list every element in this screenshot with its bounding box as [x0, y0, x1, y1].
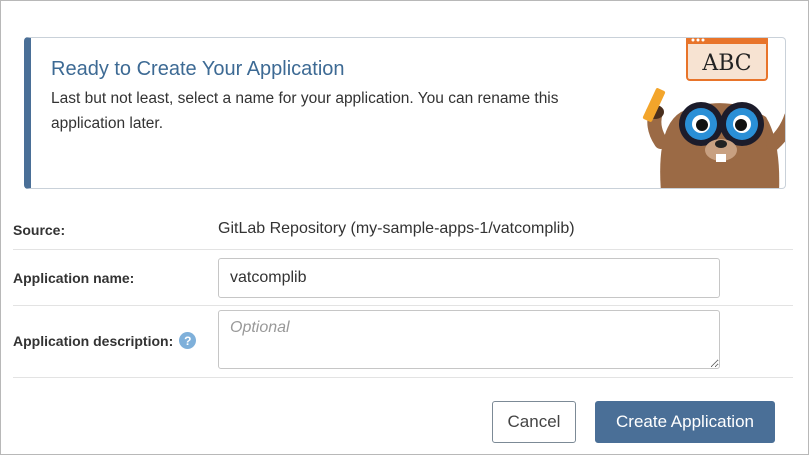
application-name-label: Application name: [13, 270, 135, 286]
application-description-label: Application description: [13, 332, 174, 349]
source-row: Source: GitLab Repository (my-sample-app… [13, 211, 793, 250]
application-description-label-group: Application description: ? [13, 332, 197, 349]
banner-title: Ready to Create Your Application [51, 58, 345, 80]
application-name-row: Application name: [13, 250, 793, 306]
source-value: GitLab Repository (my-sample-apps-1/vatc… [218, 220, 575, 237]
info-banner: Ready to Create Your Application Last bu… [24, 37, 786, 189]
help-icon[interactable]: ? [179, 332, 197, 349]
create-application-button[interactable]: Create Application [595, 401, 775, 443]
source-label: Source: [13, 222, 66, 238]
application-name-input[interactable] [218, 258, 720, 298]
cancel-button[interactable]: Cancel [492, 401, 576, 443]
gopher-mascot-illustration: ABC [642, 38, 785, 188]
create-application-dialog: Ready to Create Your Application Last bu… [0, 0, 809, 455]
application-description-textarea[interactable] [218, 310, 720, 369]
application-description-row: Application description: ? [13, 306, 793, 378]
banner-description: Last but not least, select a name for yo… [51, 90, 559, 132]
mascot-sign-text: ABC [701, 51, 751, 76]
